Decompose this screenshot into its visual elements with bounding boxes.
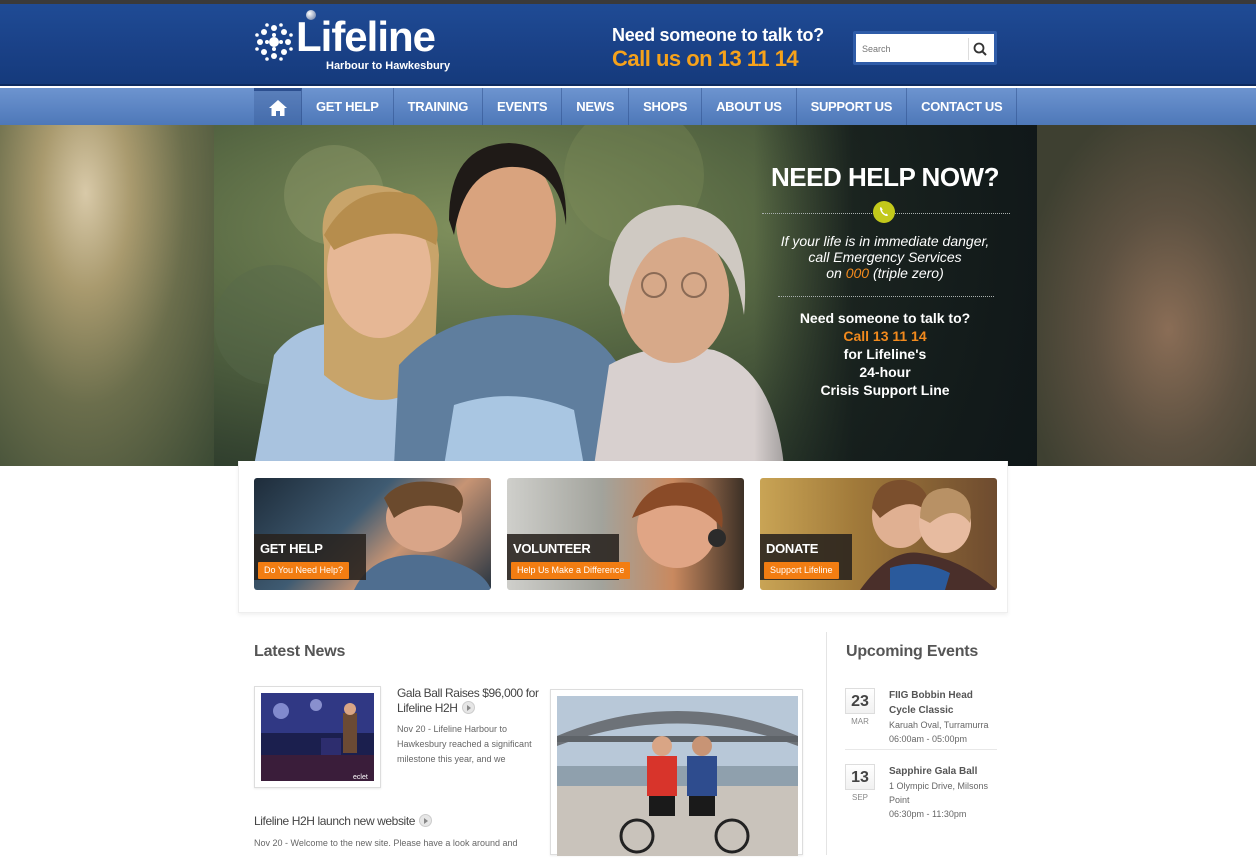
news-thumbnail-gala[interactable]: eclet xyxy=(254,686,381,788)
home-icon xyxy=(268,100,287,116)
logo-tagline: Harbour to Hawkesbury xyxy=(326,60,451,72)
need-help-heading: NEED HELP NOW? xyxy=(771,162,999,192)
event-location: 1 Olympic Drive, Milsons Point xyxy=(889,781,989,805)
donate-button[interactable]: Support Lifeline xyxy=(764,562,839,579)
crisis-line-4: 24-hour xyxy=(859,364,911,380)
search-input[interactable] xyxy=(862,40,962,58)
feature-get-help[interactable]: GET HELP Do You Need Help? xyxy=(254,478,491,590)
search-icon xyxy=(973,42,987,56)
crisis-line-1: Need someone to talk to? xyxy=(799,310,971,326)
news-summary: Nov 20 - Welcome to the new site. Please… xyxy=(254,838,518,848)
feature-title: GET HELP xyxy=(260,541,323,556)
lifeline-logo-icon xyxy=(255,23,293,61)
hotline-question: Need someone to talk to? xyxy=(612,25,824,45)
site-header: Lifeline Harbour to Hawkesbury Need some… xyxy=(0,4,1256,86)
latest-news-heading: Latest News xyxy=(254,643,346,660)
news-headline[interactable]: Lifeline H2H launch new website xyxy=(254,814,534,829)
divider xyxy=(778,296,994,297)
event-title[interactable]: Sapphire Gala Ball xyxy=(889,764,999,779)
feature-title: DONATE xyxy=(766,541,819,556)
event-day: 13 xyxy=(845,764,875,790)
read-more-arrow-icon[interactable] xyxy=(461,701,475,714)
emergency-on: on xyxy=(826,265,842,281)
nav-events[interactable]: EVENTS xyxy=(483,88,563,125)
event-separator xyxy=(845,749,997,750)
crisis-call-number[interactable]: Call 13 11 14 xyxy=(760,327,1010,345)
cyclists-photo xyxy=(557,696,798,856)
volunteer-button[interactable]: Help Us Make a Difference xyxy=(511,562,631,579)
event-date: 23 MAR xyxy=(845,688,875,726)
hero-banner xyxy=(0,125,1256,466)
crisis-line-5: Crisis Support Line xyxy=(820,382,950,398)
main-nav: GET HELP TRAINING EVENTS NEWS SHOPS ABOU… xyxy=(0,88,1256,125)
nav-support-us[interactable]: SUPPORT US xyxy=(797,88,908,125)
feature-label-box: GET HELP Do You Need Help? xyxy=(254,534,366,580)
event-item[interactable]: 23 MAR FIIG Bobbin Head Cycle Classic Ka… xyxy=(845,688,997,748)
hero-blurred-edge-left xyxy=(0,125,214,466)
nav-training[interactable]: TRAINING xyxy=(394,88,484,125)
nav-home[interactable] xyxy=(254,88,302,125)
nav-shops[interactable]: SHOPS xyxy=(629,88,703,125)
hotline-banner: Need someone to talk to? Call us on 13 1… xyxy=(612,25,824,72)
news-headline[interactable]: Gala Ball Raises $96,000 for Lifeline H2… xyxy=(397,686,547,716)
read-more-arrow-icon[interactable] xyxy=(419,814,433,827)
upcoming-events-heading: Upcoming Events xyxy=(846,643,979,660)
search-box xyxy=(853,31,997,65)
event-month: SEP xyxy=(851,793,868,802)
get-help-button[interactable]: Do You Need Help? xyxy=(258,562,350,579)
svg-text:eclet: eclet xyxy=(353,774,368,781)
emergency-text: If your life is in immediate danger, cal… xyxy=(760,233,1010,281)
event-date: 13 SEP xyxy=(845,764,875,802)
logo-wordmark: Lifeline xyxy=(296,13,436,60)
hero-blurred-edge-right xyxy=(1037,125,1256,466)
emergency-line-1: If your life is in immediate danger, xyxy=(780,233,990,249)
event-time: 06:30pm - 11:30pm xyxy=(889,809,967,819)
event-day: 23 xyxy=(845,688,875,714)
event-location: Karuah Oval, Turramurra xyxy=(889,720,989,730)
event-time: 06:00am - 05:00pm xyxy=(889,734,968,744)
column-divider xyxy=(826,632,827,855)
feature-volunteer[interactable]: VOLUNTEER Help Us Make a Difference xyxy=(507,478,744,590)
crisis-line-text: Need someone to talk to? Call 13 11 14 f… xyxy=(760,309,1010,399)
nav-about-us[interactable]: ABOUT US xyxy=(702,88,797,125)
feature-donate[interactable]: DONATE Support Lifeline xyxy=(760,478,997,590)
crisis-line-3: for Lifeline's xyxy=(843,346,927,362)
gala-photo: eclet xyxy=(261,693,374,781)
event-title[interactable]: FIIG Bobbin Head Cycle Classic xyxy=(889,688,999,718)
news-summary: Nov 20 - Lifeline Harbour to Hawkesbury … xyxy=(397,724,532,764)
news-photo-cyclists[interactable] xyxy=(550,689,803,856)
news-headline-text[interactable]: Lifeline H2H launch new website xyxy=(254,814,415,828)
emergency-suffix: (triple zero) xyxy=(872,265,944,281)
feature-title: VOLUNTEER xyxy=(513,541,591,556)
emergency-number: 000 xyxy=(845,265,870,281)
feature-label-box: DONATE Support Lifeline xyxy=(760,534,852,580)
nav-get-help[interactable]: GET HELP xyxy=(302,88,394,125)
phone-icon xyxy=(873,201,895,223)
event-month: MAR xyxy=(851,717,869,726)
emergency-line-2: call Emergency Services xyxy=(808,249,962,265)
feature-label-box: VOLUNTEER Help Us Make a Difference xyxy=(507,534,631,580)
event-item[interactable]: 13 SEP Sapphire Gala Ball 1 Olympic Driv… xyxy=(845,764,997,824)
hotline-number[interactable]: Call us on 13 11 14 xyxy=(612,46,824,72)
nav-contact-us[interactable]: CONTACT US xyxy=(907,88,1018,125)
emergency-line-3: on 000 (triple zero) xyxy=(760,265,1010,281)
nav-news[interactable]: NEWS xyxy=(562,88,630,125)
lifeline-logo[interactable]: Lifeline Harbour to Hawkesbury xyxy=(254,10,464,76)
search-button[interactable] xyxy=(968,38,990,60)
